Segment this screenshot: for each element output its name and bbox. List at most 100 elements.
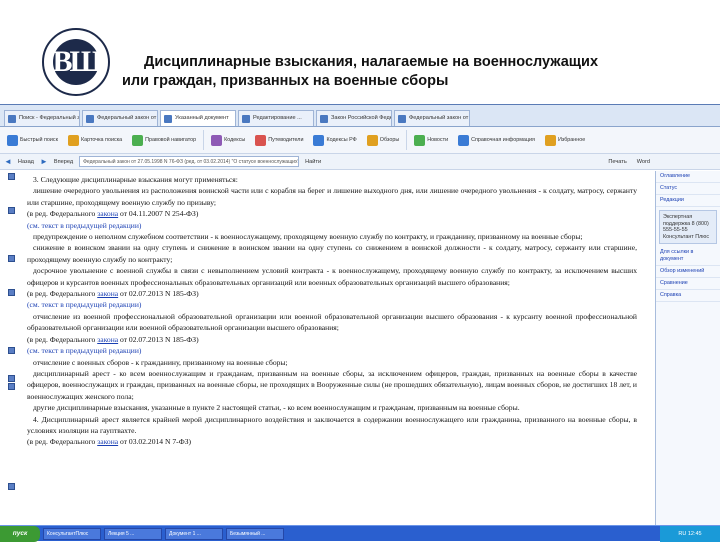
slide-title-line1: Дисциплинарные взыскания, налагаемые на …	[144, 54, 599, 70]
forward-button[interactable]: Вперед	[54, 159, 73, 165]
codex-icon	[313, 134, 325, 146]
document-content: 3. Следующие дисциплинарные взыскания мо…	[0, 171, 655, 525]
toolbar-button-label: Кодексы	[224, 137, 246, 143]
news-icon	[414, 134, 426, 146]
browser-tab[interactable]: Федеральный закон от 28.03...	[394, 110, 470, 126]
main-toolbar: Быстрый поиск Карточка поиска Правовой нав…	[0, 127, 720, 154]
toolbar-button[interactable]: Кодексы	[208, 130, 248, 150]
toolbar-button[interactable]: Карточка поиска	[65, 130, 125, 150]
paragraph-marker-icon[interactable]	[8, 375, 15, 382]
review-icon	[366, 134, 378, 146]
toolbar-button-label: Правовой навигатор	[145, 137, 197, 143]
system-tray: RU 12:45	[660, 525, 720, 542]
side-panel-link[interactable]: Обзор изменений	[656, 266, 720, 278]
logo-emblem-icon: ВШ	[53, 39, 102, 85]
hse-logo: ВШ	[42, 28, 110, 96]
toolbar-button-label: Быстрый поиск	[20, 137, 58, 143]
edition-prefix: (в ред. Федерального	[27, 289, 98, 299]
toolbar-button-label: Избранное	[557, 137, 586, 143]
book-icon	[211, 134, 223, 146]
taskbar-item[interactable]: КонсультантПлюс	[43, 527, 101, 540]
browser-tab[interactable]: Поиск - Федеральный закон от 27.05...	[4, 110, 80, 126]
edition-note: (в ред. Федерального закона от 02.07.201…	[27, 288, 637, 299]
paragraph-marker-icon[interactable]	[8, 347, 15, 354]
edition-suffix: от 02.07.2013 N 185-ФЗ)	[118, 289, 199, 299]
document-address-field[interactable]: Федеральный закон от 27.05.1998 N 76-ФЗ …	[79, 156, 300, 167]
consultant-window: Поиск - Федеральный закон от 27.05...Фед…	[0, 104, 720, 542]
navigator-icon	[132, 134, 144, 146]
document-paragraph: 4. Дисциплинарный арест является крайней…	[27, 414, 637, 435]
document-paragraph: снижение в воинском звании на одну ступе…	[27, 243, 637, 264]
document-paragraph: предупреждение о неполном служебном соот…	[33, 232, 583, 242]
law-link[interactable]: закона	[97, 335, 118, 344]
previous-edition-link[interactable]: (см. текст в предыдущей редакции)	[27, 220, 637, 231]
paragraph-marker-icon[interactable]	[8, 483, 15, 490]
side-panel-item[interactable]: Редакции	[656, 195, 720, 207]
browser-tab[interactable]: Указанный документ	[160, 110, 236, 126]
edition-prefix: (в ред. Федерального	[27, 209, 98, 219]
toolbar-button[interactable]: Избранное	[542, 130, 588, 150]
find-button[interactable]: Найти	[305, 159, 321, 165]
side-panel-link[interactable]: Сравнение	[656, 278, 720, 290]
toolbar-button[interactable]: Обзоры	[364, 130, 402, 150]
side-panel-item[interactable]: Оглавление	[656, 171, 720, 183]
document-paragraph: досрочное увольнение с военной службы в …	[27, 266, 637, 287]
word-button[interactable]: Word	[637, 159, 650, 165]
print-button[interactable]: Печать	[608, 159, 626, 165]
document-paragraph: 3. Следующие дисциплинарные взыскания мо…	[33, 175, 238, 184]
start-button[interactable]: пуск	[0, 525, 40, 542]
paragraph-marker-icon[interactable]	[8, 255, 15, 262]
paragraph-marker-icon[interactable]	[8, 173, 15, 180]
paragraph-marker-icon[interactable]	[8, 383, 15, 390]
toolbar-button[interactable]: Справочная информация	[455, 130, 538, 150]
taskbar-item[interactable]: Безымянный ...	[226, 527, 284, 540]
browser-tab[interactable]: Федеральный закон от 27.05.1998 ...	[82, 110, 158, 126]
support-box: Экспертная поддержка 8 (800) 555-55-55 К…	[659, 210, 717, 244]
side-panel-link[interactable]: Справка	[656, 290, 720, 302]
edition-note: (в ред. Федерального закона от 04.11.200…	[27, 208, 637, 219]
search-icon	[7, 134, 18, 146]
toolbar-button[interactable]: Правовой навигатор	[129, 130, 199, 150]
toolbar-button-label: Новости	[427, 137, 449, 143]
paragraph-marker-icon[interactable]	[8, 289, 15, 296]
back-button[interactable]: Назад	[18, 159, 34, 165]
law-link[interactable]: закона	[97, 289, 118, 298]
taskbar-item[interactable]: Документ 1 ...	[165, 527, 223, 540]
edition-note: (в ред. Федерального закона от 03.02.201…	[27, 436, 637, 447]
nav-bar: ◄ Назад ► Вперед Федеральный закон от 27…	[0, 154, 720, 170]
document-paragraph: другие дисциплинарные взыскания, указанн…	[33, 403, 520, 413]
document-paragraph: отчисление с военных сборов - к граждани…	[33, 357, 288, 367]
star-icon	[544, 134, 556, 146]
law-link[interactable]: закона	[97, 209, 118, 218]
slide-title: Дисциплинарные взыскания, налагаемые на …	[122, 53, 682, 91]
toolbar-button-label: Справочная информация	[471, 137, 535, 143]
law-link[interactable]: закона	[97, 437, 118, 446]
previous-edition-link[interactable]: (см. текст в предыдущей редакции)	[27, 345, 637, 356]
taskbar-item[interactable]: Лекция 5 ...	[104, 527, 162, 540]
edition-prefix: (в ред. Федерального	[27, 334, 98, 344]
edition-prefix: (в ред. Федерального	[27, 437, 98, 447]
back-arrow-icon[interactable]: ◄	[4, 157, 12, 166]
side-panel-link[interactable]: Для ссылки в документ	[656, 247, 720, 266]
slide-header: ВШ Дисциплинарные взыскания, налагаемые …	[0, 0, 720, 104]
document-paragraph: отчисление из военной профессиональной о…	[27, 311, 637, 333]
side-panel-item[interactable]: Статус	[656, 183, 720, 195]
toolbar-button[interactable]: Новости	[411, 130, 451, 150]
card-icon	[67, 134, 79, 146]
document-paragraph: дисциплинарный арест - ко всем военнослу…	[27, 368, 637, 401]
previous-edition-link[interactable]: (см. текст в предыдущей редакции)	[27, 299, 637, 310]
edition-suffix: от 02.07.2013 N 185-ФЗ)	[118, 334, 199, 344]
browser-tab[interactable]: Закон Российской Федерации ...	[316, 110, 392, 126]
paragraph-marker-icon[interactable]	[8, 207, 15, 214]
document-text: 3. Следующие дисциплинарные взыскания мо…	[27, 174, 637, 448]
browser-tab[interactable]: Редактирование ...	[238, 110, 314, 126]
windows-taskbar: пуск КонсультантПлюс Лекция 5 ... Документ…	[0, 525, 720, 542]
toolbar-button[interactable]: Путеводители	[252, 130, 306, 150]
info-icon	[458, 134, 470, 146]
toolbar-button[interactable]: Быстрый поиск	[4, 130, 61, 150]
forward-arrow-icon[interactable]: ►	[40, 157, 48, 166]
edition-suffix: от 03.02.2014 N 7-ФЗ)	[118, 437, 192, 447]
toolbar-button-label: Карточка поиска	[80, 137, 123, 143]
toolbar-button[interactable]: Кодексы РФ	[310, 130, 359, 150]
toolbar-button-label: Путеводители	[268, 137, 304, 143]
